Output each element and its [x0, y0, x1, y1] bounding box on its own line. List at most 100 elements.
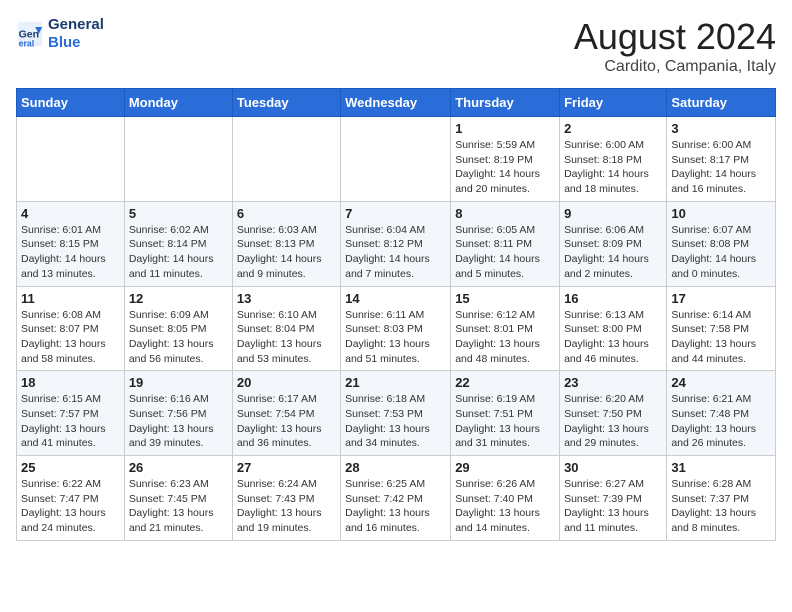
calendar-cell: 22 Sunrise: 6:19 AM Sunset: 7:51 PM Dayli… — [451, 371, 560, 456]
day-info: Sunrise: 6:10 AM Sunset: 8:04 PM Dayligh… — [237, 308, 336, 367]
day-info: Sunrise: 6:11 AM Sunset: 8:03 PM Dayligh… — [345, 308, 446, 367]
calendar-cell: 29 Sunrise: 6:26 AM Sunset: 7:40 PM Dayli… — [451, 456, 560, 541]
calendar-cell: 8 Sunrise: 6:05 AM Sunset: 8:11 PM Daylig… — [451, 201, 560, 286]
calendar-cell: 27 Sunrise: 6:24 AM Sunset: 7:43 PM Dayli… — [232, 456, 340, 541]
calendar-cell: 9 Sunrise: 6:06 AM Sunset: 8:09 PM Daylig… — [560, 201, 667, 286]
calendar-cell: 19 Sunrise: 6:16 AM Sunset: 7:56 PM Dayli… — [124, 371, 232, 456]
day-info: Sunrise: 6:21 AM Sunset: 7:48 PM Dayligh… — [671, 392, 771, 451]
day-info: Sunrise: 5:59 AM Sunset: 8:19 PM Dayligh… — [455, 138, 555, 197]
day-info: Sunrise: 6:17 AM Sunset: 7:54 PM Dayligh… — [237, 392, 336, 451]
calendar-cell: 10Sunrise: 6:07 AM Sunset: 8:08 PM Dayli… — [667, 201, 776, 286]
day-info: Sunrise: 6:12 AM Sunset: 8:01 PM Dayligh… — [455, 308, 555, 367]
day-number: 25 — [21, 460, 120, 475]
day-info: Sunrise: 6:00 AM Sunset: 8:17 PM Dayligh… — [671, 138, 771, 197]
calendar-cell: 1 Sunrise: 5:59 AM Sunset: 8:19 PM Daylig… — [451, 117, 560, 202]
calendar-cell: 12Sunrise: 6:09 AM Sunset: 8:05 PM Dayli… — [124, 286, 232, 371]
calendar-cell: 5Sunrise: 6:02 AM Sunset: 8:14 PM Daylig… — [124, 201, 232, 286]
logo: Gen eral General Blue — [16, 16, 104, 52]
calendar-cell: 20Sunrise: 6:17 AM Sunset: 7:54 PM Dayli… — [232, 371, 340, 456]
day-info: Sunrise: 6:13 AM Sunset: 8:00 PM Dayligh… — [564, 308, 662, 367]
day-number: 9 — [564, 206, 662, 221]
day-header-monday: Monday — [124, 89, 232, 117]
calendar-week-3: 11Sunrise: 6:08 AM Sunset: 8:07 PM Dayli… — [17, 286, 776, 371]
day-number: 24 — [671, 375, 771, 390]
calendar-cell: 26Sunrise: 6:23 AM Sunset: 7:45 PM Dayli… — [124, 456, 232, 541]
calendar-cell — [124, 117, 232, 202]
logo-text-line2: Blue — [48, 34, 104, 52]
day-number: 2 — [564, 121, 662, 136]
calendar-cell: 16Sunrise: 6:13 AM Sunset: 8:00 PM Dayli… — [560, 286, 667, 371]
calendar-cell: 23 Sunrise: 6:20 AM Sunset: 7:50 PM Dayli… — [560, 371, 667, 456]
day-number: 30 — [564, 460, 662, 475]
day-number: 1 — [455, 121, 555, 136]
calendar-cell: 14 Sunrise: 6:11 AM Sunset: 8:03 PM Dayli… — [341, 286, 451, 371]
day-header-friday: Friday — [560, 89, 667, 117]
calendar-cell: 30 Sunrise: 6:27 AM Sunset: 7:39 PM Dayli… — [560, 456, 667, 541]
day-info: Sunrise: 6:09 AM Sunset: 8:05 PM Dayligh… — [129, 308, 228, 367]
calendar-cell — [17, 117, 125, 202]
header: Gen eral General Blue August 2024 Cardit… — [16, 16, 776, 76]
calendar-cell: 11Sunrise: 6:08 AM Sunset: 8:07 PM Dayli… — [17, 286, 125, 371]
title-area: August 2024 Cardito, Campania, Italy — [574, 16, 776, 76]
calendar-cell: 2Sunrise: 6:00 AM Sunset: 8:18 PM Daylig… — [560, 117, 667, 202]
day-header-thursday: Thursday — [451, 89, 560, 117]
calendar-cell: 17Sunrise: 6:14 AM Sunset: 7:58 PM Dayli… — [667, 286, 776, 371]
day-info: Sunrise: 6:15 AM Sunset: 7:57 PM Dayligh… — [21, 392, 120, 451]
day-info: Sunrise: 6:24 AM Sunset: 7:43 PM Dayligh… — [237, 477, 336, 536]
calendar-cell: 7 Sunrise: 6:04 AM Sunset: 8:12 PM Daylig… — [341, 201, 451, 286]
calendar-cell: 25 Sunrise: 6:22 AM Sunset: 7:47 PM Dayli… — [17, 456, 125, 541]
day-number: 4 — [21, 206, 120, 221]
day-info: Sunrise: 6:27 AM Sunset: 7:39 PM Dayligh… — [564, 477, 662, 536]
day-info: Sunrise: 6:19 AM Sunset: 7:51 PM Dayligh… — [455, 392, 555, 451]
day-number: 22 — [455, 375, 555, 390]
day-number: 7 — [345, 206, 446, 221]
day-info: Sunrise: 6:01 AM Sunset: 8:15 PM Dayligh… — [21, 223, 120, 282]
day-info: Sunrise: 6:18 AM Sunset: 7:53 PM Dayligh… — [345, 392, 446, 451]
logo-text-line1: General — [48, 16, 104, 34]
calendar-week-5: 25 Sunrise: 6:22 AM Sunset: 7:47 PM Dayli… — [17, 456, 776, 541]
day-number: 23 — [564, 375, 662, 390]
calendar-week-2: 4 Sunrise: 6:01 AM Sunset: 8:15 PM Daylig… — [17, 201, 776, 286]
day-info: Sunrise: 6:26 AM Sunset: 7:40 PM Dayligh… — [455, 477, 555, 536]
calendar-cell: 3 Sunrise: 6:00 AM Sunset: 8:17 PM Daylig… — [667, 117, 776, 202]
day-number: 17 — [671, 291, 771, 306]
day-info: Sunrise: 6:16 AM Sunset: 7:56 PM Dayligh… — [129, 392, 228, 451]
day-number: 19 — [129, 375, 228, 390]
day-number: 3 — [671, 121, 771, 136]
day-number: 8 — [455, 206, 555, 221]
day-info: Sunrise: 6:25 AM Sunset: 7:42 PM Dayligh… — [345, 477, 446, 536]
day-header-sunday: Sunday — [17, 89, 125, 117]
svg-text:eral: eral — [19, 38, 35, 48]
day-number: 31 — [671, 460, 771, 475]
day-info: Sunrise: 6:04 AM Sunset: 8:12 PM Dayligh… — [345, 223, 446, 282]
calendar-cell: 15 Sunrise: 6:12 AM Sunset: 8:01 PM Dayli… — [451, 286, 560, 371]
day-number: 15 — [455, 291, 555, 306]
day-number: 29 — [455, 460, 555, 475]
calendar-cell: 18 Sunrise: 6:15 AM Sunset: 7:57 PM Dayli… — [17, 371, 125, 456]
day-info: Sunrise: 6:05 AM Sunset: 8:11 PM Dayligh… — [455, 223, 555, 282]
day-number: 11 — [21, 291, 120, 306]
calendar-week-4: 18 Sunrise: 6:15 AM Sunset: 7:57 PM Dayli… — [17, 371, 776, 456]
day-number: 10 — [671, 206, 771, 221]
calendar-subtitle: Cardito, Campania, Italy — [574, 58, 776, 76]
day-info: Sunrise: 6:20 AM Sunset: 7:50 PM Dayligh… — [564, 392, 662, 451]
calendar-cell: 6Sunrise: 6:03 AM Sunset: 8:13 PM Daylig… — [232, 201, 340, 286]
day-info: Sunrise: 6:22 AM Sunset: 7:47 PM Dayligh… — [21, 477, 120, 536]
calendar-cell — [341, 117, 451, 202]
day-header-saturday: Saturday — [667, 89, 776, 117]
days-header-row: SundayMondayTuesdayWednesdayThursdayFrid… — [17, 89, 776, 117]
calendar-title: August 2024 — [574, 16, 776, 58]
calendar-cell: 21 Sunrise: 6:18 AM Sunset: 7:53 PM Dayli… — [341, 371, 451, 456]
day-info: Sunrise: 6:23 AM Sunset: 7:45 PM Dayligh… — [129, 477, 228, 536]
calendar-cell: 4 Sunrise: 6:01 AM Sunset: 8:15 PM Daylig… — [17, 201, 125, 286]
day-number: 21 — [345, 375, 446, 390]
day-number: 27 — [237, 460, 336, 475]
day-number: 13 — [237, 291, 336, 306]
day-number: 14 — [345, 291, 446, 306]
day-info: Sunrise: 6:06 AM Sunset: 8:09 PM Dayligh… — [564, 223, 662, 282]
logo-icon: Gen eral — [16, 20, 44, 48]
day-header-wednesday: Wednesday — [341, 89, 451, 117]
day-number: 18 — [21, 375, 120, 390]
day-info: Sunrise: 6:28 AM Sunset: 7:37 PM Dayligh… — [671, 477, 771, 536]
day-info: Sunrise: 6:03 AM Sunset: 8:13 PM Dayligh… — [237, 223, 336, 282]
